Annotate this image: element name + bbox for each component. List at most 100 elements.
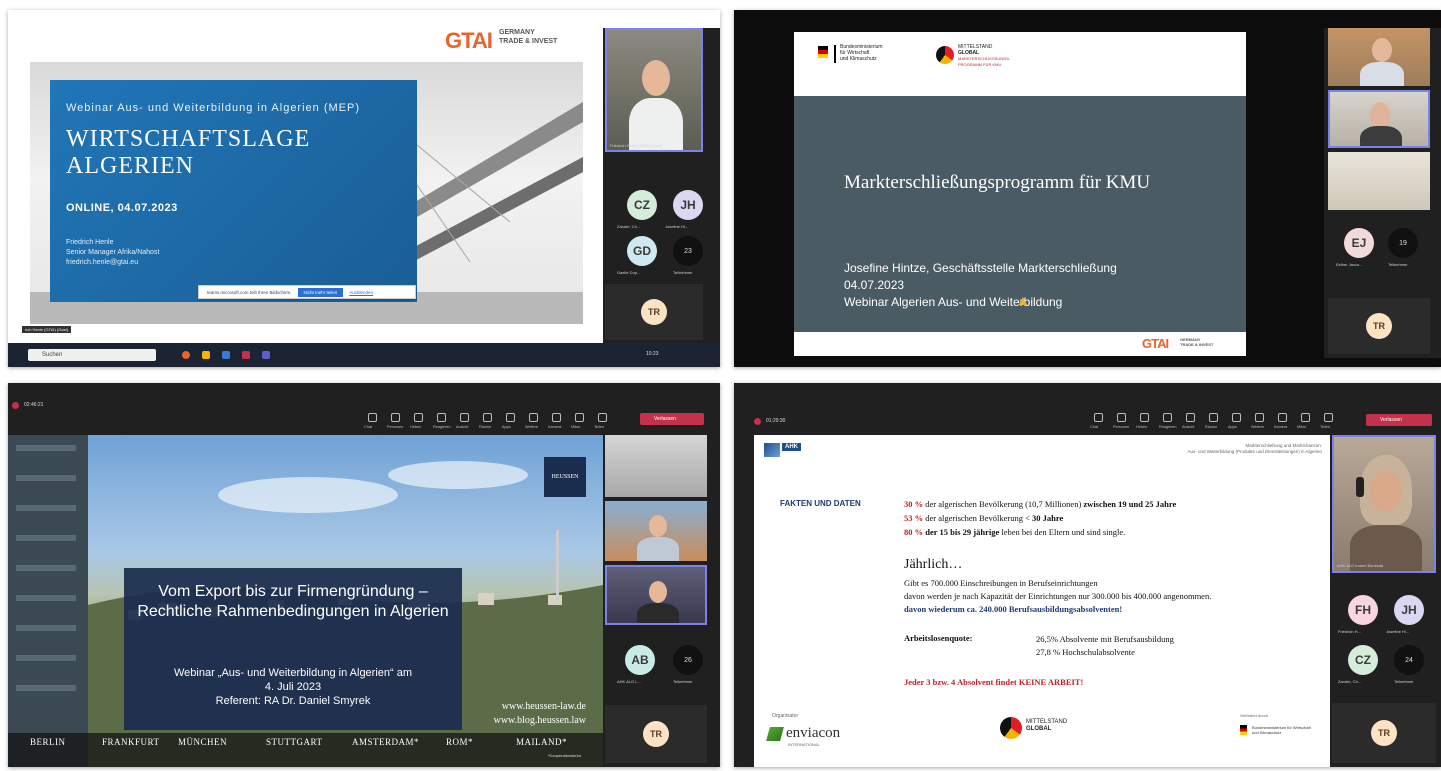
hide-button[interactable]: Ausblenden [349,290,373,295]
toolbar-button-label[interactable]: Chat [364,425,372,429]
toolbar-button-label[interactable]: Personen [387,425,403,429]
participant-video [605,435,707,497]
avatar[interactable]: GD [627,236,657,266]
presenter-face [642,60,670,96]
fact-text: der algerischen Bevölkerung < [925,513,1030,523]
toolbar-button-label[interactable]: Heben [410,425,421,429]
taskbar-app-icon[interactable] [202,351,210,359]
organisator-label: Organisator [772,713,799,719]
url-text: www.heussen-law.de [501,701,586,712]
avatar[interactable]: FH [1348,595,1378,625]
count-label: Teilnehmer [1394,679,1414,684]
toolbar-4-icon[interactable] [1186,413,1195,422]
toolbar-10-icon[interactable] [1324,413,1333,422]
taskbar-app-icon[interactable] [182,351,190,359]
toolbar-button-label[interactable]: Kamera [548,425,561,429]
toolbar-10-icon[interactable] [598,413,607,422]
toolbar-button-label[interactable]: Chat [1090,425,1098,429]
toolbar-5-icon[interactable] [1209,413,1218,422]
city-label: AMSTERDAM* [352,737,420,747]
header-line: Aus- und Weiterbildung (Produkte und Die… [1187,449,1323,454]
slide-line: Referent: RA Dr. Daniel Smyrek [215,695,371,707]
toolbar-2-icon[interactable] [1140,413,1149,422]
stop-sharing-button[interactable]: Nicht mehr teilen [297,287,344,297]
gtai-text-line: GERMANY [499,29,535,36]
toolbar-1-icon[interactable] [391,413,400,422]
toolbar-button-label[interactable]: Weitere [1251,425,1264,429]
unemployment-values: 26,5% Absolvente mit Berufsausbildung 27… [1036,633,1174,659]
mittelstand-text: GLOBAL [1026,726,1052,732]
windows-taskbar: Suchen 10:23 [8,343,720,367]
slide-line: Josefine Hintze, Geschäftsstelle Markter… [844,261,1117,275]
toolbar-button-label[interactable]: Heben [1136,425,1147,429]
toolbar-6-icon[interactable] [1232,413,1241,422]
gefoerdert-label: Gefördert durch [1240,713,1269,718]
avatar[interactable]: CZ [627,190,657,220]
avatar[interactable]: CZ [1348,645,1378,675]
toolbar-button-label[interactable]: Mikro [1297,425,1306,429]
participant-count[interactable]: 19 [1388,228,1418,258]
toolbar-8-icon[interactable] [552,413,561,422]
self-tile: TR [1328,298,1430,354]
toolbar-button-label[interactable]: Teilen [1320,425,1330,429]
avatar-label: AHK ALG L... [617,679,641,684]
taskbar-search[interactable]: Suchen [28,349,156,361]
gtai-text-line: TRADE & INVEST [1180,342,1214,347]
leave-button[interactable]: Verlassen [640,413,704,425]
self-avatar: TR [641,299,667,325]
toolbar-2-icon[interactable] [414,413,423,422]
toolbar-button-label[interactable]: Ansicht [1182,425,1194,429]
recording-icon [754,418,761,425]
toolbar-4-icon[interactable] [460,413,469,422]
taskbar-app-icon[interactable] [242,351,250,359]
teams-taskbar-icon[interactable] [262,351,270,359]
self-tile: TR [605,705,707,763]
city-list: BERLIN FRANKFURT MÜNCHEN STUTTGART AMSTERDAM… [30,737,590,749]
toolbar-0-icon[interactable] [1094,413,1103,422]
toolbar-button-label[interactable]: Mikro [571,425,580,429]
toolbar-button-label[interactable]: Personen [1113,425,1129,429]
participant-count[interactable]: 26 [673,645,703,675]
toolbar-7-icon[interactable] [529,413,538,422]
toolbar-button-label[interactable]: Apps [502,425,511,429]
annual-text: Gibt es 700.000 Einschreibungen in Beruf… [904,577,1211,616]
toolbar-3-icon[interactable] [1163,413,1172,422]
fact-pct: 80 % [904,527,924,537]
slide-line: 4. Juli 2023 [264,681,322,693]
toolbar-1-icon[interactable] [1117,413,1126,422]
toolbar-button-label[interactable]: Teilen [594,425,604,429]
toolbar-button-label[interactable]: Reagieren [433,425,451,429]
toolbar-button-label[interactable]: Apps [1228,425,1237,429]
toolbar-7-icon[interactable] [1255,413,1264,422]
avatar-label: Esther Jacco... [1336,262,1363,267]
participant-count[interactable]: 24 [1394,645,1424,675]
toolbar-5-icon[interactable] [483,413,492,422]
toolbar-6-icon[interactable] [506,413,515,422]
toolbar-button-label[interactable]: Räume [1205,425,1217,429]
fact-pct: 30 % [904,499,924,509]
toolbar-button-label[interactable]: Räume [479,425,491,429]
avatar[interactable]: AB [625,645,655,675]
toolbar-9-icon[interactable] [575,413,584,422]
fact-text: der algerischen Bevölkerung (10,7 Millio… [925,499,1082,509]
toolbar-button-label[interactable]: Ansicht [456,425,468,429]
participant-count[interactable]: 23 [673,236,703,266]
toolbar-button-label[interactable]: Weitere [525,425,538,429]
taskbar-app-icon[interactable] [222,351,230,359]
toolbar-3-icon[interactable] [437,413,446,422]
slide-line: Webinar Algerien Aus- und Weiterbildung [844,295,1063,309]
avatar[interactable]: JH [673,190,703,220]
mittelstand-logo: MITTELSTAND GLOBAL [1026,719,1067,733]
toolbar-9-icon[interactable] [1301,413,1310,422]
avatar[interactable]: JH [1394,595,1424,625]
toolbar-0-icon[interactable] [368,413,377,422]
annual-line: davon werden je nach Kapazität der Einri… [904,591,1212,601]
teams-toolbar: 01:29:30 Chat Personen Heben Reagieren Ansic… [734,383,1441,429]
count-label: Teilnehmer [673,679,693,684]
toolbar-button-label[interactable]: Reagieren [1159,425,1177,429]
leave-button[interactable]: Verlassen [1366,414,1432,426]
toolbar-8-icon[interactable] [1278,413,1287,422]
city-label: BERLIN [30,737,66,747]
avatar[interactable]: EJ [1344,228,1374,258]
toolbar-button-label[interactable]: Kamera [1274,425,1287,429]
